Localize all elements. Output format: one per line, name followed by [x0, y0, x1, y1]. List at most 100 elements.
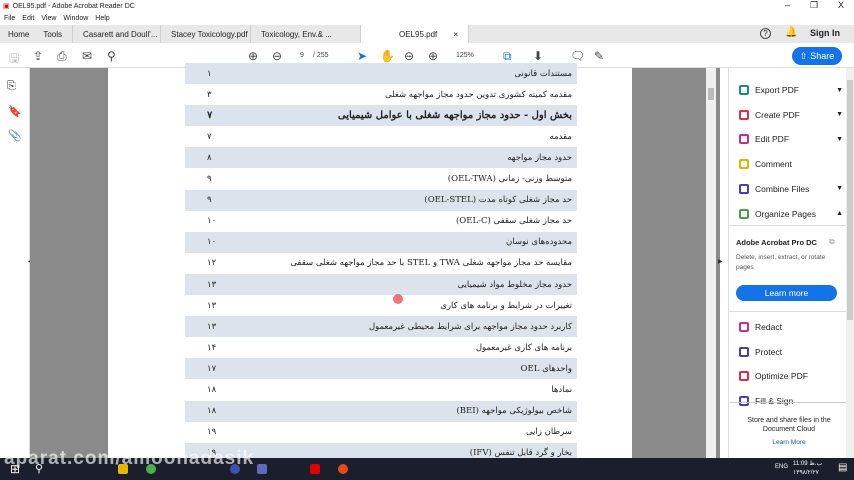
tools-pane-scrollbar[interactable] [846, 68, 854, 458]
learn-more-button[interactable]: Learn more [736, 285, 837, 301]
tool-export-pdf[interactable]: Export PDF ▼ [739, 85, 843, 95]
sign-in-button[interactable]: Sign In [810, 28, 840, 38]
bookmark-icon[interactable]: 🔖 [8, 105, 22, 118]
toc-row[interactable]: حدود مجاز مواجهه ۸ [185, 147, 577, 169]
cloud-text: Store and share files in the Document Cl… [747, 417, 831, 433]
toc-row[interactable]: کاربرد حدود مجاز مواجهه برای شرایط محیطی… [185, 316, 577, 338]
chevron-up-icon[interactable]: ▲ [836, 210, 843, 217]
toc-row[interactable]: سرطان زایی ۱۹ [185, 422, 577, 443]
notifications-icon[interactable]: ▤ [838, 462, 847, 473]
tab-document-active[interactable]: OEL95.pdf × [361, 25, 470, 43]
fit-page-icon[interactable]: ⧉ [503, 49, 512, 64]
toc-row[interactable]: بخش اول - حدود مجاز مواجهه شغلی با عوامل… [185, 105, 577, 127]
clock-time[interactable]: 11:09 ب.ظ [793, 460, 822, 467]
clock-date[interactable]: ۱۳۹۸/۲/۲۷ [793, 469, 819, 476]
toc-title: متوسط وزنی- زمانی (OEL-TWA) [447, 174, 572, 184]
document-scrollbar[interactable] [706, 68, 716, 458]
minimize-button[interactable]: – [785, 0, 790, 10]
promo-title: Adobe Acrobat Pro DC [736, 238, 817, 247]
menu-file[interactable]: File [4, 15, 15, 22]
toc-page: ۱۲ [207, 258, 217, 269]
toc-row[interactable]: مقدمه کمیته کشوری تدوین حدود مجاز مواجهه… [185, 84, 577, 105]
tool-label: Edit PDF [755, 134, 790, 145]
tool-icon [739, 85, 749, 95]
page-total: / 255 [313, 52, 329, 59]
toc-row[interactable]: نمادها ۱۸ [185, 380, 577, 401]
tool-organize-pages[interactable]: Organize Pages ▲ [739, 208, 843, 219]
page-number-input[interactable]: 9 [300, 52, 304, 59]
hand-tool-icon[interactable]: ✋ [380, 49, 395, 63]
tab-document[interactable]: Casarett and Doull'... [73, 25, 162, 43]
toc-row[interactable]: مقدمه ۷ [185, 126, 577, 147]
prev-page-icon[interactable]: ⊕ [248, 49, 258, 63]
help-icon[interactable]: ? [760, 28, 771, 39]
toc-row[interactable]: مقایسه حد مجاز مواجهه شغلی TWA و STEL با… [185, 253, 577, 274]
toc-row[interactable]: مستندات قانونی ۱ [185, 63, 577, 84]
tool-protect[interactable]: Protect [739, 346, 843, 357]
toc-row[interactable]: حدود مجاز مخلوط مواد شیمیایی ۱۳ [185, 274, 577, 295]
search-icon[interactable]: ⚲ [107, 49, 116, 63]
tool-redact[interactable]: Redact [739, 322, 843, 332]
toc-row[interactable]: محدوده‌های نوسان ۱۰ [185, 231, 577, 253]
toc-title: شاخص بیولوژیکی مواجهه (BEI) [456, 406, 572, 417]
tool-combine-files[interactable]: Combine Files ▼ [739, 183, 843, 194]
tab-home[interactable]: Home [0, 25, 37, 43]
collapse-right-icon[interactable]: ▶ [718, 258, 723, 265]
tool-edit-pdf[interactable]: Edit PDF ▼ [739, 134, 843, 145]
attachment-icon[interactable]: 📎 [8, 129, 22, 142]
toc-title: برنامه های کاری غیرمعمول [475, 342, 572, 353]
toc-page: ۹ [207, 195, 212, 206]
share-button[interactable]: ⇧ Share [792, 47, 842, 65]
pages-icon[interactable]: ⎘ [7, 80, 16, 93]
menu-window[interactable]: Window [63, 15, 88, 22]
tool-create-pdf[interactable]: Create PDF ▼ [739, 109, 843, 120]
tool-icon [739, 371, 749, 382]
chevron-down-icon[interactable]: ▼ [836, 136, 843, 143]
toc-row[interactable]: حد مجاز شغلی سقفی (OEL-C) ۱۰ [185, 211, 577, 232]
chevron-down-icon[interactable]: ▼ [836, 111, 843, 118]
bell-icon[interactable]: 🔔 [785, 27, 797, 38]
menu-edit[interactable]: Edit [22, 15, 34, 22]
language-indicator[interactable]: ENG [775, 464, 788, 470]
zoom-in-icon[interactable]: ⊕ [428, 49, 438, 63]
toc-title: بخار و گرد قابل تنفس (IFV) [469, 448, 572, 459]
tool-optimize-pdf[interactable]: Optimize PDF [739, 371, 843, 382]
toc-page: ۱۳ [207, 300, 217, 311]
toc-row[interactable]: شاخص بیولوژیکی مواجهه (BEI) ۱۸ [185, 400, 577, 422]
tool-comment[interactable]: Comment [739, 159, 843, 170]
tool-icon [739, 322, 749, 332]
toc-row[interactable]: تغییرات در شرایط و برنامه های کاری ۱۳ [185, 295, 577, 316]
toc-row[interactable]: برنامه های کاری غیرمعمول ۱۴ [185, 337, 577, 358]
comment-icon[interactable]: 🗨 [570, 49, 585, 63]
chevron-down-icon[interactable]: ▼ [836, 185, 843, 192]
scroll-mode-icon[interactable]: ⬇ [533, 49, 543, 63]
toc-row[interactable]: واحدهای OEL ۱۷ [185, 358, 577, 380]
tab-document[interactable]: Stacey Toxicology.pdf [161, 25, 252, 43]
next-page-icon[interactable]: ⊖ [272, 49, 282, 63]
tab-close-icon[interactable]: × [453, 30, 458, 39]
toc-title: بخش اول - حدود مجاز مواجهه شغلی با عوامل… [337, 110, 572, 122]
toc-title: مقدمه [549, 131, 572, 142]
pen-icon[interactable]: ✎ [594, 49, 604, 63]
save-icon[interactable]: 🖫 [9, 49, 19, 70]
toc-row[interactable]: متوسط وزنی- زمانی (OEL-TWA) ۹ [185, 169, 577, 190]
print-icon[interactable]: ⎙ [57, 49, 67, 64]
upload-icon[interactable]: ⇪ [33, 49, 43, 63]
maximize-button[interactable]: ❐ [810, 0, 818, 11]
tab-tools[interactable]: Tools [37, 25, 74, 43]
select-tool-icon[interactable]: ➤ [357, 49, 367, 63]
menu-help[interactable]: Help [95, 15, 109, 22]
menu-view[interactable]: View [41, 15, 56, 22]
chevron-down-icon[interactable]: ▼ [836, 87, 843, 94]
toc-row[interactable]: حد مجاز شغلی کوتاه مدت (OEL-STEL) ۹ [185, 189, 577, 211]
powerpoint-icon[interactable] [338, 464, 348, 474]
zoom-select[interactable]: 125% [456, 52, 474, 59]
close-button[interactable]: X [838, 0, 844, 10]
zoom-out-icon[interactable]: ⊖ [404, 49, 414, 63]
app-icon[interactable] [257, 464, 267, 474]
acrobat-icon[interactable] [310, 464, 320, 474]
cloud-learn-more-link[interactable]: Learn More [739, 439, 839, 446]
tab-document[interactable]: Toxicology, Env.& ... [251, 25, 362, 43]
email-icon[interactable]: ✉ [82, 49, 92, 63]
copy-icon: ⧉ [829, 237, 835, 246]
